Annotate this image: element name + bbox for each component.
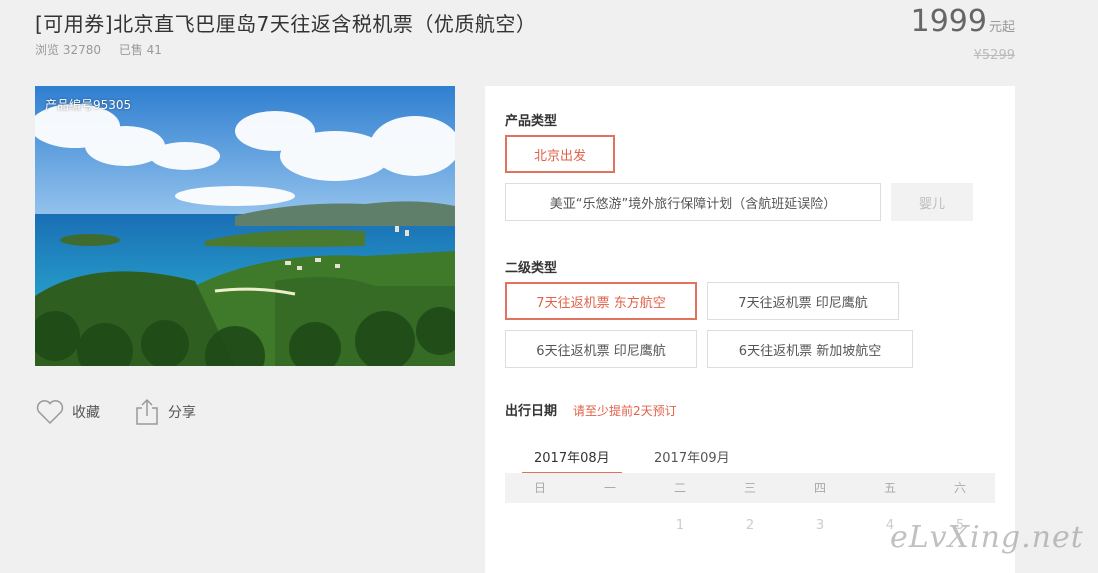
option-7day-china-eastern[interactable]: 7天往返机票 东方航空 bbox=[505, 282, 697, 320]
weekday: 一 bbox=[603, 481, 616, 495]
option-7day-garuda[interactable]: 7天往返机票 印尼鹰航 bbox=[707, 282, 899, 320]
sold-count: 已售 41 bbox=[118, 43, 162, 57]
share-icon bbox=[136, 398, 158, 425]
heart-icon bbox=[36, 400, 64, 425]
weekday: 二 bbox=[673, 481, 686, 495]
favorite-label: 收藏 bbox=[72, 405, 100, 421]
price: 1999 元起 bbox=[911, 4, 1015, 39]
action-bar: 收藏 分享 bbox=[36, 398, 230, 426]
price-value: 1999 bbox=[910, 4, 987, 39]
price-unit: 元起 bbox=[988, 20, 1015, 35]
calendar-day[interactable]: 1 bbox=[645, 511, 715, 541]
calendar-day bbox=[505, 511, 575, 541]
product-title: [可用券]北京直飞巴厘岛7天往返含税机票（优质航空） bbox=[35, 12, 537, 36]
option-6day-garuda[interactable]: 6天往返机票 印尼鹰航 bbox=[505, 330, 697, 368]
option-6day-singapore-airlines[interactable]: 6天往返机票 新加坡航空 bbox=[707, 330, 913, 368]
calendar-weekdays: 日 一 二 三 四 五 六 bbox=[505, 473, 995, 503]
option-insurance-plan[interactable]: 美亚“乐悠游”境外旅行保障计划（含航班延误险） bbox=[505, 183, 881, 221]
weekday: 四 bbox=[813, 481, 826, 495]
original-price: ¥5299 bbox=[973, 48, 1015, 63]
tab-month-sep[interactable]: 2017年09月 bbox=[642, 441, 742, 472]
option-beijing-departure[interactable]: 北京出发 bbox=[505, 135, 615, 173]
share-label: 分享 bbox=[168, 405, 196, 421]
travel-date-title: 出行日期 请至少提前2天预订 bbox=[505, 400, 677, 419]
favorite-button[interactable]: 收藏 bbox=[36, 399, 100, 425]
weekday: 三 bbox=[743, 481, 756, 495]
calendar-day[interactable]: 3 bbox=[785, 511, 855, 541]
sub-type-title: 二级类型 bbox=[505, 261, 558, 276]
travel-date-hint: 请至少提前2天预订 bbox=[573, 404, 677, 418]
weekday: 六 bbox=[953, 481, 966, 495]
product-image: 产品编号95305 bbox=[35, 86, 455, 366]
month-tabs: 2017年08月 2017年09月 bbox=[505, 441, 995, 475]
travel-date-label: 出行日期 bbox=[505, 404, 558, 419]
weekday: 日 bbox=[533, 481, 546, 495]
calendar-day bbox=[575, 511, 645, 541]
booking-panel: 产品类型 北京出发 美亚“乐悠游”境外旅行保障计划（含航班延误险） 婴儿 二级类… bbox=[485, 86, 1015, 573]
views-count: 浏览 32780 bbox=[35, 43, 101, 57]
tab-month-aug[interactable]: 2017年08月 bbox=[522, 441, 622, 475]
product-meta: 浏览 32780 已售 41 bbox=[35, 41, 176, 58]
product-code: 产品编号95305 bbox=[45, 98, 132, 112]
product-type-title: 产品类型 bbox=[505, 114, 558, 129]
weekday: 五 bbox=[883, 481, 896, 495]
watermark: eLvXing.net bbox=[890, 520, 1084, 555]
calendar-day[interactable]: 2 bbox=[715, 511, 785, 541]
option-infant[interactable]: 婴儿 bbox=[891, 183, 973, 221]
share-button[interactable]: 分享 bbox=[134, 398, 196, 426]
